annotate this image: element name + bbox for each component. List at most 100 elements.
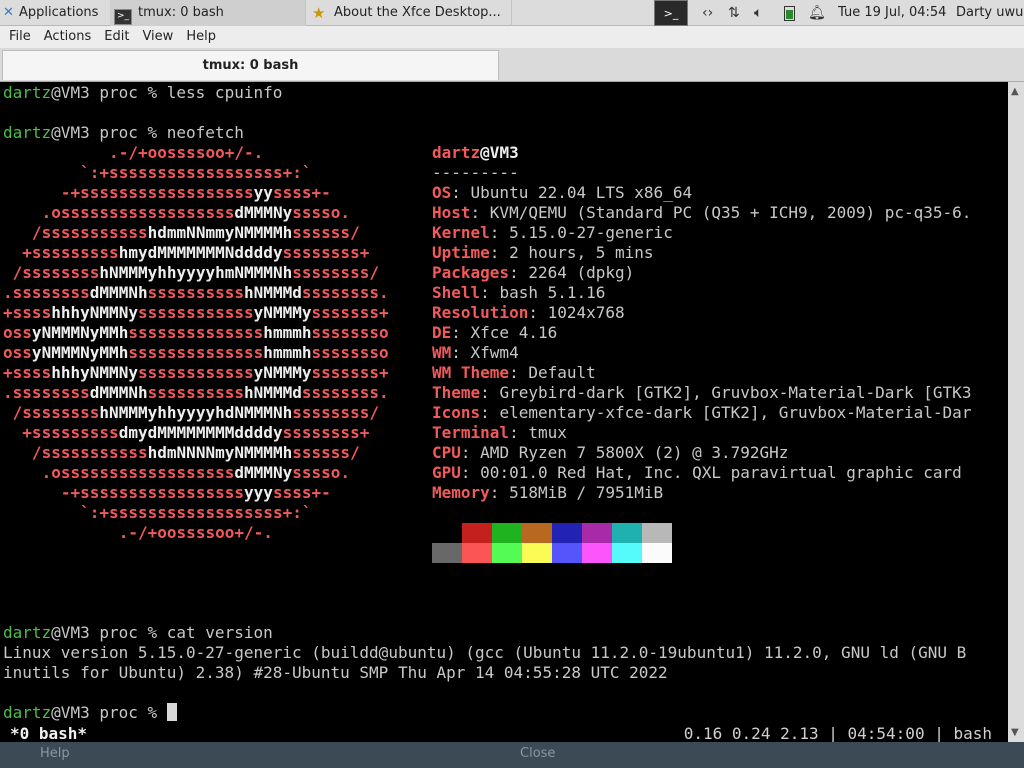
info-row: Uptime: 2 hours, 5 mins [432,243,654,262]
palette-swatch [432,523,462,543]
info-row: GPU: 00:01.0 Red Hat, Inc. QXL paravirtu… [432,463,962,482]
info-value: Greybird-dark [GTK2], Gruvbox-Material-D… [499,383,972,402]
palette-swatch [522,543,552,563]
prompt-user: dartz [3,83,52,102]
logo-line: /ssssssssssshdmmNNmmyNMMMMhssssss/ [31,223,360,242]
close-button[interactable]: Close [520,746,555,761]
info-key: Kernel [432,223,490,242]
info-row: Packages: 2264 (dpkg) [432,263,635,282]
taskbar-item-label: About the Xfce Desktop... [334,5,501,20]
palette-swatch [642,523,672,543]
info-value: 518MiB / 7951MiB [509,483,664,502]
logo-line: ossyNMMMNyMMhsssssssssssssshmmmhssssssso [3,343,389,362]
scroll-down-icon[interactable]: ▼ [1011,727,1019,738]
clock[interactable]: Tue 19 Jul, 04:54 [838,0,950,26]
prompt-user: dartz [3,623,52,642]
palette-swatch [552,543,582,563]
text-cursor [166,703,177,721]
menu-help[interactable]: Help [177,26,220,48]
palette-swatch [462,543,492,563]
terminal-icon: >_ [114,9,132,25]
applications-menu-button[interactable]: ✕ Applications [0,0,108,26]
info-key: WM Theme [432,363,510,382]
arrows-icon[interactable]: ⇅ [728,0,748,26]
command: less cpuinfo [166,83,283,102]
palette-swatch [612,523,642,543]
info-value: Ubuntu 22.04 LTS x86_64 [470,183,693,202]
tmux-window-list: *0 bash* [10,724,88,742]
terminal-scrollbar[interactable]: ▲ ▼ [1008,82,1024,742]
info-row: WM: Xfwm4 [432,343,519,362]
logo-line: /ssssssssssshdmNNNNmyNMMMMhssssss/ [31,443,360,462]
background-dialog-buttons: Help Close [0,742,1024,768]
info-row: Icons: elementary-xfce-dark [GTK2], Gruv… [432,403,972,422]
tab-bar: tmux: 0 bash [0,48,1024,82]
info-value: 2 hours, 5 mins [509,243,654,262]
terminal-view[interactable]: dartz@VM3 proc % less cpuinfo dartz@VM3 … [0,82,1008,742]
palette-swatch [642,543,672,563]
logo-line: .ssssssssdMMMNhsssssssssshNMMMdssssssss. [3,383,389,402]
logo-line: /sssssssshNMMMyhhyyyyhdNMMMNhssssssss/ [12,403,379,422]
tab-tmux[interactable]: tmux: 0 bash [2,50,499,80]
menu-edit[interactable]: Edit [95,26,133,48]
logo-line: .ssssssssdMMMNhsssssssssshNMMMdssssssss. [3,283,389,302]
info-row: Terminal: tmux [432,423,567,442]
logo-line: -+ssssssssssssssssssyyssss+- [60,183,331,202]
help-button[interactable]: Help [40,746,70,761]
output-line: Linux version 5.15.0-27-generic (buildd@… [3,643,967,662]
network-icon[interactable]: ‹› [702,0,722,26]
volume-icon[interactable]: 🔈︎ [754,0,774,26]
info-value: tmux [528,423,567,442]
info-key: WM [432,343,452,362]
info-value: 1024x768 [547,303,625,322]
info-value: 00:01.0 Red Hat, Inc. QXL paravirtual gr… [480,463,962,482]
prompt-user: dartz [3,123,52,142]
info-key: DE [432,323,452,342]
battery-icon[interactable] [784,5,796,21]
command: cat version [166,623,273,642]
terminal-launcher-icon[interactable]: >_ [654,0,688,26]
bell-icon[interactable]: 🔔︎ [808,0,828,26]
info-key: Packages [432,263,510,282]
prompt-host: @VM3 proc % [51,83,167,102]
info-key: Icons [432,403,481,422]
tmux-status-right: 0.16 0.24 2.13 | 04:54:00 | bash [683,724,992,742]
info-value: Xfwm4 [470,343,519,362]
prompt-host: @VM3 proc % [51,623,167,642]
info-key: Shell [432,283,481,302]
info-row: Host: KVM/QEMU (Standard PC (Q35 + ICH9,… [432,203,972,222]
taskbar-item-about[interactable]: ★ About the Xfce Desktop... [308,0,512,26]
logo-line: +sssshhhyNMMNyssssssssssssyNMMMysssssss+ [3,363,389,382]
info-value: Default [528,363,596,382]
info-row: Shell: bash 5.1.16 [432,283,606,302]
user-menu[interactable]: Darty uwu [956,0,1024,26]
logo-line: .ossssssssssssssssssdMMMNysssso. [41,463,351,482]
logo-line: .-/+oossssoo+/-. [118,523,273,542]
palette-swatch [432,543,462,563]
info-row: Kernel: 5.15.0-27-generic [432,223,673,242]
info-title: dartz@VM3 [432,143,519,162]
info-value: 5.15.0-27-generic [509,223,673,242]
applications-label: Applications [19,5,99,20]
output-line: inutils for Ubuntu) 2.38) #28-Ubuntu SMP… [3,663,668,682]
info-key: Host [432,203,471,222]
info-value: elementary-xfce-dark [GTK2], Gruvbox-Mat… [499,403,972,422]
prompt-line: dartz@VM3 proc % cat version [3,623,273,643]
palette-swatch [462,523,492,543]
palette-swatch [612,543,642,563]
logo-line: `:+ssssssssssssssssss+:` [80,503,312,522]
prompt-line: dartz@VM3 proc % less cpuinfo [3,83,282,103]
taskbar-item-tmux[interactable]: >_ tmux: 0 bash [110,0,306,26]
menu-actions[interactable]: Actions [35,26,96,48]
info-key: CPU [432,443,461,462]
logo-line: .-/+oossssoo+/-. [109,143,264,162]
star-icon: ★ [312,4,326,22]
logo-line: .ossssssssssssssssssdMMMNysssso. [41,203,351,222]
logo-line: `:+ssssssssssssssssss+:` [80,163,312,182]
scroll-up-icon[interactable]: ▲ [1011,86,1019,97]
top-panel: ✕ Applications >_ tmux: 0 bash ★ About the … [0,0,1024,26]
menu-file[interactable]: File [0,26,35,48]
menu-view[interactable]: View [133,26,177,48]
info-key: OS [432,183,452,202]
info-value: bash 5.1.16 [499,283,606,302]
